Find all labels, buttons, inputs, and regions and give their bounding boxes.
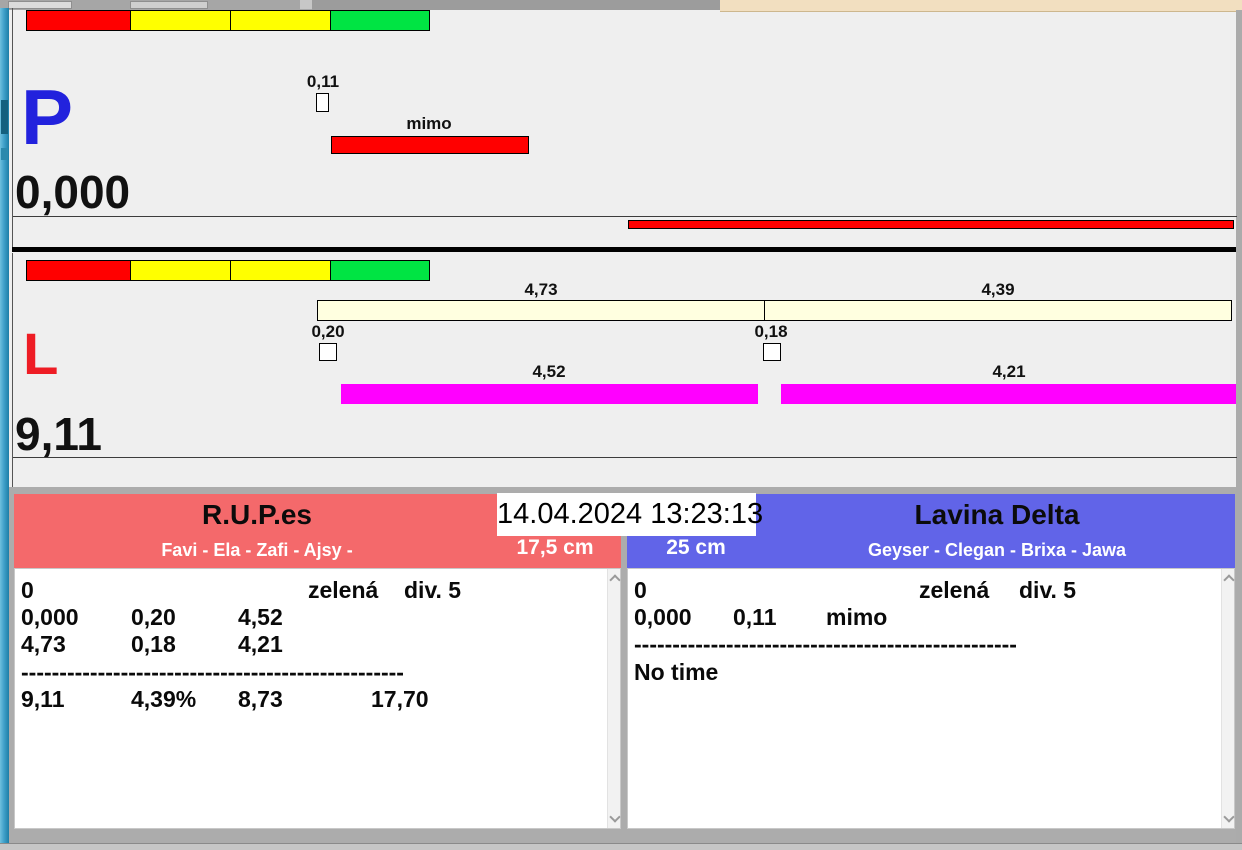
split-value: 0,11 [733,604,777,630]
progress-bar-thin [628,220,1234,229]
chevron-up-icon[interactable] [609,574,621,586]
app-window: P 0,11 mimo 0,000 4,73 4,39 0,20 0,18 4,… [0,0,1242,850]
team-members: Favi - Ela - Zafi - Ajsy - [161,540,353,560]
colorbar-green-segment [331,10,430,31]
background-edge-mark [1,148,8,160]
changeover-time-label-2: 0,18 [754,322,788,341]
window-bottom-border [0,843,1242,850]
l-progress-strip [13,457,1237,488]
combined-time: 17,70 [371,686,429,712]
status-colorbar [26,10,430,31]
course-letter-l: L [23,322,59,387]
category-badge: 25 cm [666,536,726,559]
chevron-down-icon[interactable] [609,811,621,823]
p-progress-strip [13,216,1237,248]
chevron-up-icon[interactable] [1223,574,1235,586]
colorbar-yellow-segment [231,10,331,31]
separator-dashes: ----------------------------------------… [21,659,404,685]
color-value: zelená [308,577,379,603]
team-members: Geyser - Clegan - Brixa - Jawa [867,540,1127,560]
fault-time-label: 0,11 [306,72,340,91]
mimo-label: mimo [406,114,452,133]
team-panel-right: Lavina Delta Geyser - Clegan - Brixa - J… [627,494,1235,829]
split-time-bar-top [317,300,1232,321]
split-value: 4,21 [238,631,283,657]
chevron-down-icon[interactable] [1223,811,1235,823]
colorbar-red-segment [26,260,131,281]
category-badge: 17,5 cm [516,536,594,559]
section-divider [12,247,1236,252]
run-panel-p: P 0,11 mimo 0,000 [12,8,1237,247]
team-title: R.U.P.es [202,499,312,530]
split-value: mimo [826,604,888,630]
vertical-scrollbar[interactable] [1221,569,1235,828]
colorbar-red-segment [26,10,131,31]
l-time-value: 9,11 [15,408,102,460]
division-value: div. 5 [404,577,462,603]
split-value: 0,20 [131,604,176,630]
background-edge-mark [1,100,8,134]
split-time-bar-bottom-2 [781,384,1236,404]
no-time-label: No time [634,659,719,685]
colorbar-yellow-segment [131,10,231,31]
changeover-checkbox-1[interactable] [319,343,337,361]
net-time: 8,73 [238,686,283,712]
course-letter-p: P [21,73,74,161]
p-time-value: 0,000 [15,166,131,218]
faults-value: 0 [634,577,647,603]
changeover-time-label-1: 0,20 [311,322,345,341]
result-textbox-left: 0 zelená div. 5 0,000 0,20 4,52 4,73 0,1… [14,568,621,829]
split-bar-divider [764,301,765,320]
separator-dashes: ----------------------------------------… [634,631,1017,657]
result-textbox-right: 0 zelená div. 5 0,000 0,11 mimo --------… [627,568,1235,829]
colorbar-yellow-segment [231,260,331,281]
split-value: 4,52 [238,604,283,630]
results-area: R.U.P.es Favi - Ela - Zafi - Ajsy - 17,5… [9,487,1236,843]
faults-value: 0 [21,577,34,603]
fault-checkbox[interactable] [316,93,329,112]
split-value: 4,73 [21,631,66,657]
timestamp-box: 14.04.2024 13:23:13 [497,493,763,536]
mimo-bar [331,136,529,154]
split-label-2-top: 4,39 [981,280,1015,299]
split-value: 0,18 [131,631,176,657]
team-title: Lavina Delta [914,499,1080,530]
split-label-2-bottom: 4,21 [992,362,1026,381]
status-colorbar [26,260,430,281]
total-time: 9,11 [21,686,65,712]
colorbar-green-segment [331,260,430,281]
split-label-1-bottom: 4,52 [532,362,566,381]
split-value: 0,000 [21,604,79,630]
vertical-scrollbar[interactable] [607,569,621,828]
background-scrollbar-edge [0,8,9,850]
team-panel-left: R.U.P.es Favi - Ela - Zafi - Ajsy - 17,5… [14,494,621,829]
split-time-bar-bottom-1 [341,384,758,404]
colorbar-yellow-segment [131,260,231,281]
division-value: div. 5 [1019,577,1077,603]
color-value: zelená [919,577,990,603]
changeover-checkbox-2[interactable] [763,343,781,361]
split-label-1-top: 4,73 [524,280,558,299]
split-value: 0,000 [634,604,692,630]
fault-percent: 4,39% [131,686,197,712]
run-panel-l: 4,73 4,39 0,20 0,18 4,52 4,21 L 9,11 [12,253,1237,487]
